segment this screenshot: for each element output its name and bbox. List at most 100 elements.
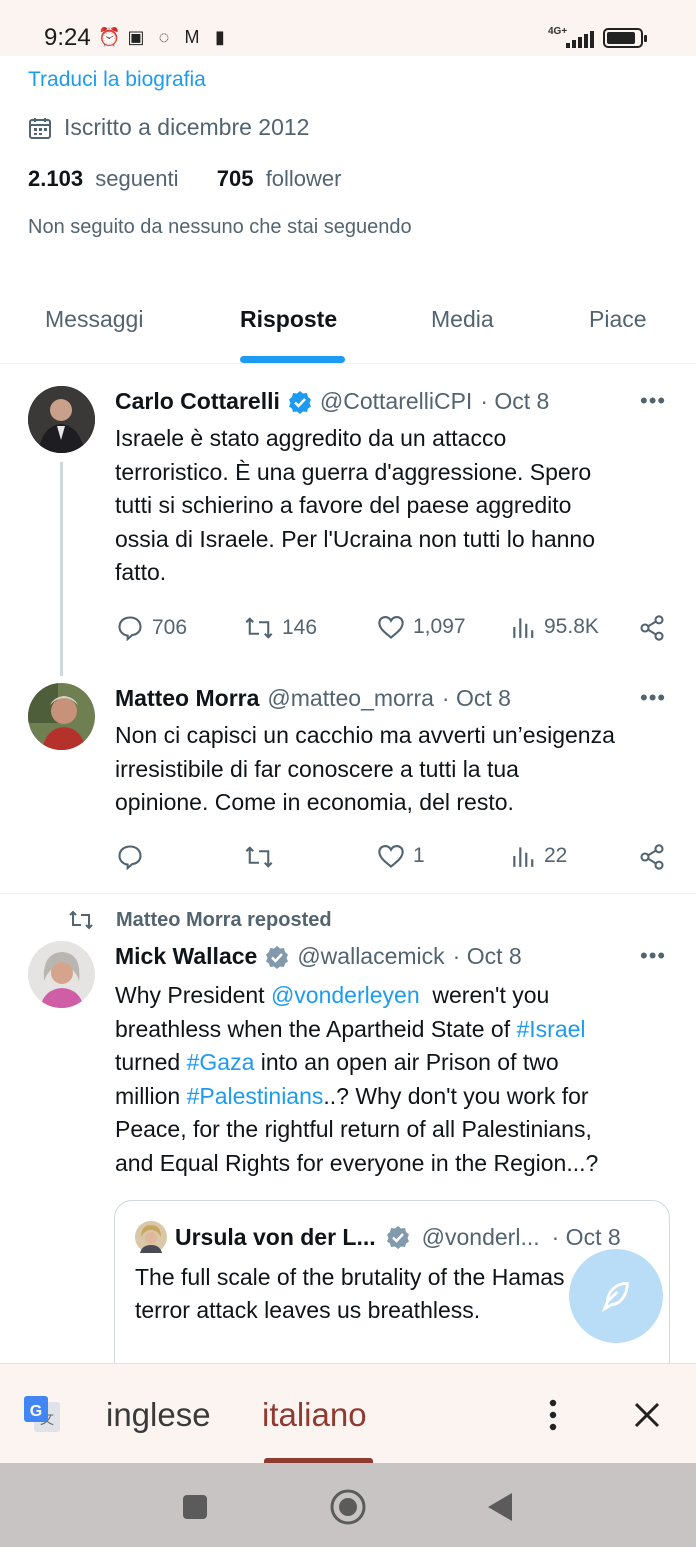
tweet-line: breathless when the Apartheid State of #… — [115, 1013, 598, 1047]
compose-button[interactable] — [569, 1249, 663, 1343]
translate-bio-link[interactable]: Traduci la biografia — [28, 68, 206, 92]
reply-icon — [118, 845, 142, 871]
active-tab-indicator — [240, 356, 345, 363]
recents-button-icon[interactable] — [181, 1493, 209, 1521]
avatar[interactable] — [135, 1221, 167, 1253]
tweet-line: turned #Gaza into an open air Prison of … — [115, 1046, 598, 1080]
more-options-icon[interactable]: ••• — [640, 943, 666, 969]
tweet-header: Carlo Cottarelli @CottarelliCPI · Oct 8 — [115, 388, 549, 415]
signal-icon — [566, 30, 594, 48]
tweet-header: Matteo Morra @matteo_morra · Oct 8 — [115, 685, 511, 712]
more-vertical-icon[interactable] — [540, 1398, 566, 1432]
reply-count: 706 — [152, 616, 188, 639]
close-icon[interactable] — [630, 1398, 664, 1432]
author-handle[interactable]: @vonderl... — [422, 1224, 540, 1251]
back-button-icon[interactable] — [484, 1491, 516, 1523]
svg-text:G: G — [30, 1403, 42, 1420]
tweet-divider — [0, 893, 696, 894]
avatar-photo — [28, 941, 95, 1008]
tweet-date: · Oct 8 — [551, 1223, 621, 1250]
alarm-icon: ⏰ — [98, 27, 121, 47]
hashtag-link[interactable]: #Gaza — [187, 1049, 255, 1075]
hashtag-link[interactable]: #Palestinians — [187, 1083, 324, 1109]
author-handle[interactable]: @wallacemick — [297, 943, 444, 970]
tab-media[interactable]: Media — [431, 306, 494, 333]
text-segment: into an open air Prison of two — [254, 1049, 559, 1075]
tab-likes[interactable]: Piace — [589, 306, 647, 333]
repost-icon — [245, 617, 273, 639]
profile-tabs: Messaggi Risposte Media Piace — [0, 290, 696, 364]
whatsapp-icon: ◌ — [158, 27, 170, 47]
reply-button[interactable]: 706 — [116, 614, 187, 642]
google-translate-icon[interactable]: 文 G — [22, 1394, 62, 1434]
status-time: 9:24 — [44, 24, 91, 51]
tweet-line: irresistibile di far conoscere a tutti l… — [115, 755, 519, 782]
author-name[interactable]: Ursula von der L... — [175, 1224, 376, 1251]
text-segment: breathless when the Apartheid State of — [115, 1015, 517, 1042]
following-link[interactable]: 2.103 seguenti — [28, 166, 178, 191]
views-button[interactable]: 95.8K — [510, 614, 599, 640]
views-icon — [513, 847, 534, 867]
following-count: 2.103 — [28, 166, 84, 191]
avatar[interactable] — [28, 683, 95, 750]
nfc-icon: ▣ — [127, 27, 145, 47]
share-button[interactable] — [638, 614, 666, 642]
repost-label[interactable]: Matteo Morra reposted — [68, 908, 332, 932]
views-icon — [513, 618, 534, 638]
avatar-photo — [28, 683, 95, 750]
more-options-icon[interactable]: ••• — [640, 388, 666, 414]
tweet-line: Peace, for the rightful return of all Pa… — [115, 1116, 592, 1142]
tweet-line: Israele è stato aggredito da un attacco — [115, 425, 507, 451]
reply-button[interactable] — [116, 843, 144, 871]
tweet-text: Israele è stato aggredito da un attacco … — [115, 422, 595, 590]
repost-count: 146 — [282, 616, 318, 639]
tab-posts[interactable]: Messaggi — [45, 306, 143, 333]
quote-header: Ursula von der L... @vonderl... · Oct 8 — [135, 1221, 621, 1253]
network-type: 4G+ — [548, 26, 568, 37]
tweet-line: opinione. Come in economia, del resto. — [115, 789, 514, 815]
text-segment: million — [115, 1082, 187, 1109]
source-language-tab[interactable]: inglese — [106, 1396, 211, 1434]
tweet-line: Why President @vonderleyen weren't you — [115, 979, 598, 1013]
tweet-header: Mick Wallace @wallacemick · Oct 8 — [115, 943, 522, 970]
followers-label: follower — [265, 166, 342, 191]
calendar-icon — [29, 117, 51, 139]
tweet-date: · Oct 8 — [441, 685, 511, 711]
text-segment: ..? Why don't you work for — [323, 1082, 589, 1109]
view-count: 95.8K — [544, 615, 599, 638]
not-followed-text: Non seguito da nessuno che stai seguendo — [28, 216, 412, 238]
author-name[interactable]: Carlo Cottarelli — [115, 388, 280, 415]
tweet-line: Non ci capisci un cacchio ma avverti un’… — [115, 722, 615, 748]
tweet-date: · Oct 8 — [452, 943, 522, 969]
system-nav-bar — [0, 1463, 696, 1547]
repost-button[interactable] — [244, 843, 274, 871]
more-options-icon[interactable]: ••• — [640, 685, 666, 711]
status-bar: 9:24 ⏰ ▣ ◌ M ▮ 4G+ — [0, 0, 696, 56]
avatar-photo — [28, 386, 95, 453]
mention-link[interactable]: @vonderleyen — [271, 982, 420, 1008]
tab-replies[interactable]: Risposte — [240, 306, 337, 333]
avatar[interactable] — [28, 941, 95, 1008]
hashtag-link[interactable]: #Israel — [517, 1016, 586, 1042]
gmail-icon: M — [184, 27, 200, 47]
following-label: seguenti — [95, 166, 179, 191]
home-button-icon[interactable] — [329, 1488, 367, 1526]
text-segment: weren't you — [419, 982, 550, 1008]
target-language-tab[interactable]: italiano — [262, 1396, 367, 1434]
share-button[interactable] — [638, 843, 666, 871]
like-button[interactable]: 1,097 — [377, 614, 466, 640]
text-segment: Why President — [115, 982, 271, 1008]
followers-count: 705 — [216, 166, 254, 191]
view-count: 22 — [544, 844, 568, 867]
author-name[interactable]: Matteo Morra — [115, 685, 259, 712]
views-button[interactable]: 22 — [510, 843, 567, 869]
author-handle[interactable]: @matteo_morra — [267, 685, 434, 712]
reply-icon — [118, 616, 142, 642]
author-name[interactable]: Mick Wallace — [115, 943, 257, 970]
text-segment: turned — [115, 1049, 187, 1075]
like-button[interactable]: 1 — [377, 843, 425, 869]
author-handle[interactable]: @CottarelliCPI — [320, 388, 472, 415]
followers-link[interactable]: 705 follower — [217, 166, 342, 191]
repost-button[interactable]: 146 — [244, 614, 317, 642]
avatar[interactable] — [28, 386, 95, 453]
